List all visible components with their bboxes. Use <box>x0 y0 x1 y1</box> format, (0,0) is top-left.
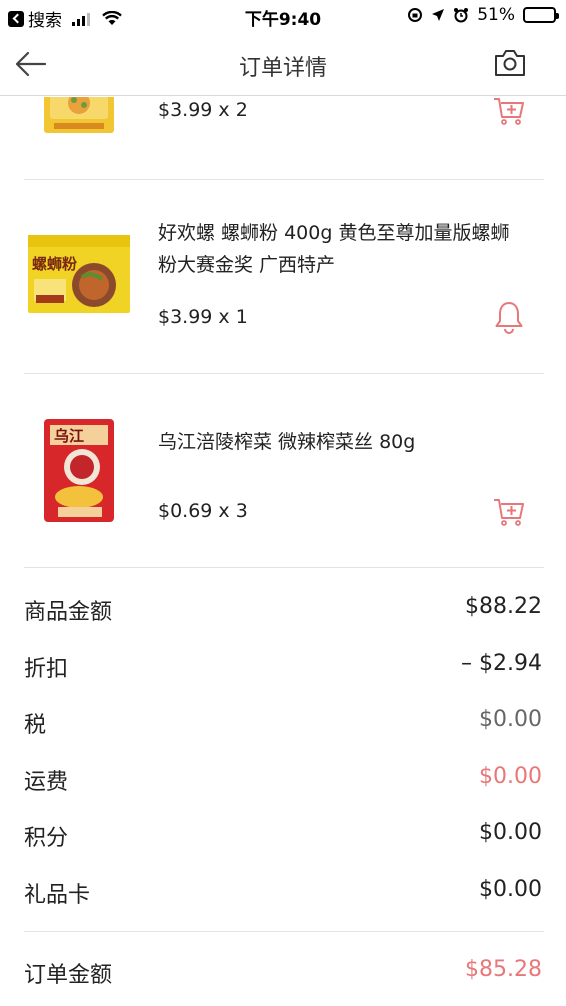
summary-points: 积分 $0.00 <box>24 820 542 851</box>
summary-shipping: 运费 $0.00 <box>24 764 542 795</box>
list-item[interactable]: 螺蛳粉 好欢螺 螺蛳粉 400g 黄色至尊加量版螺蛳粉大赛金奖 广西特产 $3.… <box>24 180 544 373</box>
summary-tax: 税 $0.00 <box>24 707 542 738</box>
page-title: 订单详情 <box>238 56 327 81</box>
product-image <box>44 97 114 133</box>
summary-gift-card: 礼品卡 $0.00 <box>24 877 542 908</box>
summary-label: 积分 <box>24 826 69 851</box>
summary-value: – $2.94 <box>461 651 542 676</box>
order-detail-content: $3.99 x 2 螺蛳粉 好欢螺 螺蛳粉 400g 黄色至尊加量版螺蛳粉大赛金… <box>0 97 566 1006</box>
item-price: $3.99 x 1 <box>158 306 248 328</box>
product-image: 乌江 <box>44 419 114 522</box>
battery-icon <box>523 7 559 23</box>
summary-value: $0.00 <box>479 877 542 902</box>
order-total: 订单金额 $85.28 <box>24 957 542 988</box>
summary-label: 商品金额 <box>24 600 113 625</box>
summary-value: $0.00 <box>479 707 542 732</box>
divider <box>24 567 544 568</box>
summary-subtotal: 商品金额 $88.22 <box>24 594 542 625</box>
rotation-lock-icon <box>408 8 423 22</box>
summary-label: 税 <box>24 713 47 738</box>
total-label: 订单金额 <box>24 963 113 988</box>
svg-text:乌江: 乌江 <box>54 427 84 445</box>
camera-icon[interactable] <box>494 48 526 78</box>
summary-value: $0.00 <box>479 820 542 845</box>
battery-percent: 51% <box>477 5 515 25</box>
item-price: $3.99 x 2 <box>158 99 248 121</box>
nav-bar: 订单详情 <box>0 32 566 96</box>
total-value: $85.28 <box>465 957 542 982</box>
svg-text:螺蛳粉: 螺蛳粉 <box>32 255 77 273</box>
product-image: 螺蛳粉 <box>28 235 130 313</box>
cart-plus-icon[interactable] <box>492 97 526 127</box>
summary-value: $88.22 <box>465 594 542 619</box>
item-name: 乌江涪陵榨菜 微辣榨菜丝 80g <box>158 431 416 453</box>
status-bar: 搜索 下午9:40 51% <box>0 0 566 32</box>
bell-icon[interactable] <box>492 300 526 334</box>
alarm-icon <box>454 8 469 23</box>
cart-plus-icon[interactable] <box>492 494 526 528</box>
list-item[interactable]: $3.99 x 2 <box>24 97 544 175</box>
summary-label: 折扣 <box>24 657 69 682</box>
summary-discount: 折扣 – $2.94 <box>24 651 542 682</box>
summary-label: 礼品卡 <box>24 883 91 908</box>
item-price: $0.69 x 3 <box>158 500 248 522</box>
divider <box>24 931 544 932</box>
summary-label: 运费 <box>24 770 69 795</box>
location-arrow-icon <box>432 9 445 21</box>
item-name: 好欢螺 螺蛳粉 400g 黄色至尊加量版螺蛳粉大赛金奖 广西特产 <box>158 222 510 276</box>
summary-value: $0.00 <box>479 764 542 789</box>
list-item[interactable]: 乌江 乌江涪陵榨菜 微辣榨菜丝 80g $0.69 x 3 <box>24 374 544 567</box>
